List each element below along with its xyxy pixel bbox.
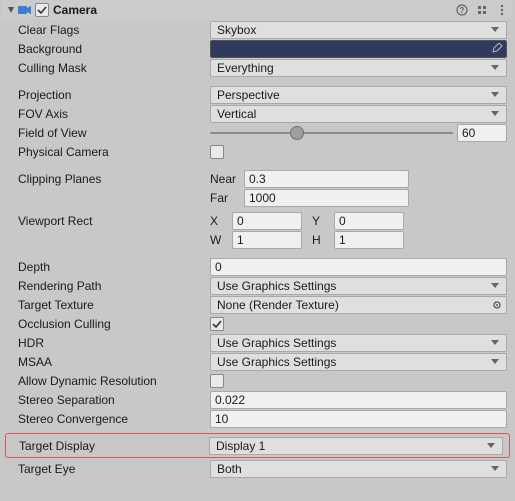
depth-label: Depth: [18, 260, 210, 274]
foldout-toggle[interactable]: [6, 5, 16, 15]
camera-icon: [18, 3, 32, 17]
camera-inspector: Camera ? Clear Flags Skybox Background C…: [0, 0, 515, 478]
occlusion-culling-label: Occlusion Culling: [18, 317, 210, 331]
near-input[interactable]: [244, 170, 409, 188]
target-texture-label: Target Texture: [18, 298, 210, 312]
background-color-field[interactable]: [210, 40, 507, 58]
near-label: Near: [210, 172, 244, 186]
fov-axis-dropdown[interactable]: Vertical: [210, 105, 507, 123]
rendering-path-label: Rendering Path: [18, 279, 210, 293]
component-enabled-checkbox[interactable]: [35, 3, 49, 17]
svg-text:?: ?: [460, 6, 465, 15]
context-menu-icon[interactable]: [495, 3, 509, 17]
allow-dynamic-res-checkbox[interactable]: [210, 374, 224, 388]
viewport-y-input[interactable]: [334, 212, 404, 230]
chevron-down-icon: [490, 340, 500, 345]
stereo-separation-label: Stereo Separation: [18, 393, 210, 407]
target-eye-label: Target Eye: [18, 462, 210, 476]
fov-label: Field of View: [18, 126, 210, 140]
clear-flags-label: Clear Flags: [18, 23, 210, 37]
vr-w-label: W: [210, 233, 232, 247]
chevron-down-icon: [490, 27, 500, 32]
viewport-rect-label: Viewport Rect: [18, 214, 210, 228]
far-label: Far: [210, 191, 244, 205]
target-display-dropdown[interactable]: Display 1: [209, 437, 503, 455]
help-icon[interactable]: ?: [455, 3, 469, 17]
culling-mask-label: Culling Mask: [18, 61, 210, 75]
chevron-down-icon: [490, 466, 500, 471]
object-picker-icon[interactable]: [489, 298, 505, 312]
depth-input[interactable]: [210, 258, 507, 276]
vr-x-label: X: [210, 214, 232, 228]
vr-h-label: H: [312, 233, 334, 247]
projection-label: Projection: [18, 88, 210, 102]
chevron-down-icon: [490, 65, 500, 70]
hdr-label: HDR: [18, 336, 210, 350]
chevron-down-icon: [490, 359, 500, 364]
target-eye-dropdown[interactable]: Both: [210, 460, 507, 478]
physical-camera-checkbox[interactable]: [210, 145, 224, 159]
physical-camera-label: Physical Camera: [18, 145, 210, 159]
chevron-down-icon: [486, 443, 496, 448]
preset-icon[interactable]: [475, 3, 489, 17]
occlusion-culling-checkbox[interactable]: [210, 317, 224, 331]
far-input[interactable]: [244, 189, 409, 207]
stereo-convergence-label: Stereo Convergence: [18, 412, 210, 426]
fov-slider-thumb[interactable]: [290, 126, 304, 140]
component-title: Camera: [53, 3, 455, 17]
chevron-down-icon: [490, 111, 500, 116]
component-header: Camera ?: [2, 0, 513, 20]
viewport-x-input[interactable]: [232, 212, 302, 230]
fov-slider[interactable]: [210, 124, 453, 142]
stereo-convergence-input[interactable]: [210, 410, 507, 428]
viewport-w-input[interactable]: [232, 231, 302, 249]
hdr-dropdown[interactable]: Use Graphics Settings: [210, 334, 507, 352]
fov-axis-label: FOV Axis: [18, 107, 210, 121]
eyedropper-icon[interactable]: [489, 41, 505, 57]
background-label: Background: [18, 42, 210, 56]
msaa-label: MSAA: [18, 355, 210, 369]
vr-y-label: Y: [312, 214, 334, 228]
stereo-separation-input[interactable]: [210, 391, 507, 409]
msaa-dropdown[interactable]: Use Graphics Settings: [210, 353, 507, 371]
target-texture-field[interactable]: None (Render Texture): [210, 296, 507, 314]
target-display-label: Target Display: [19, 439, 209, 453]
fov-input[interactable]: [457, 124, 507, 142]
projection-dropdown[interactable]: Perspective: [210, 86, 507, 104]
target-display-highlight: Target Display Display 1: [5, 433, 510, 458]
culling-mask-dropdown[interactable]: Everything: [210, 59, 507, 77]
chevron-down-icon: [490, 92, 500, 97]
allow-dynamic-res-label: Allow Dynamic Resolution: [18, 374, 210, 388]
clipping-planes-label: Clipping Planes: [18, 172, 210, 186]
clear-flags-dropdown[interactable]: Skybox: [210, 21, 507, 39]
chevron-down-icon: [490, 283, 500, 288]
viewport-h-input[interactable]: [334, 231, 404, 249]
rendering-path-dropdown[interactable]: Use Graphics Settings: [210, 277, 507, 295]
